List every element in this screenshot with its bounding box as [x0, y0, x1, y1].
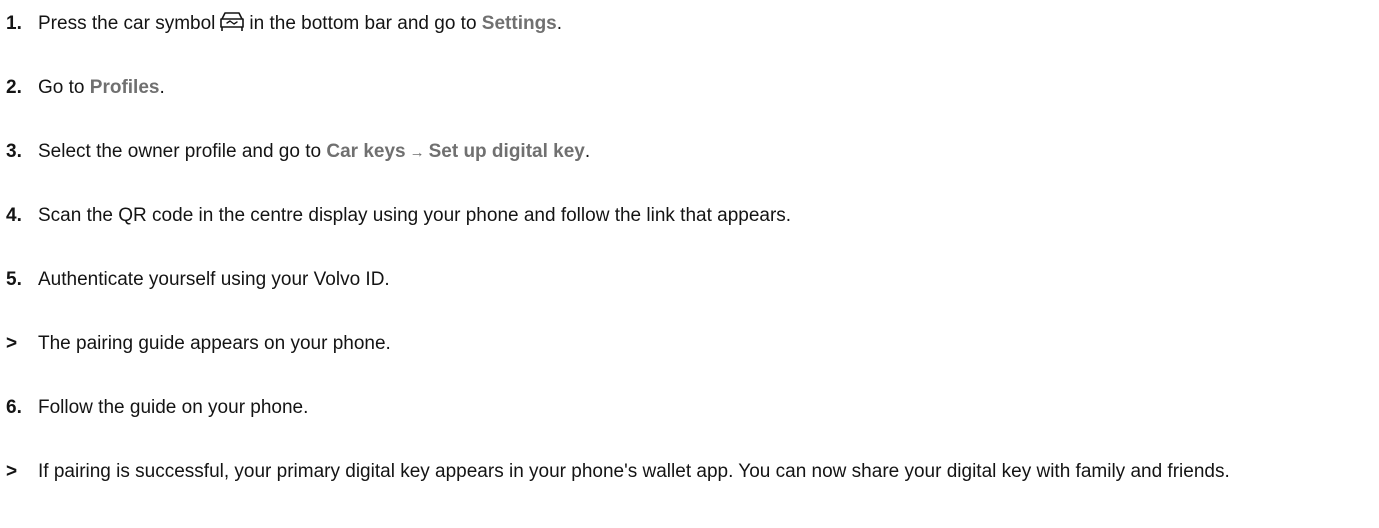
step-text-after: in the bottom bar and go to — [249, 13, 477, 34]
step-5: 5. Authenticate yourself using your Volv… — [6, 266, 1366, 293]
step-text: Select the owner profile and go to Car k… — [38, 138, 1366, 166]
step-number: 3. — [6, 141, 22, 162]
result-marker: > — [6, 461, 18, 482]
step-text: Authenticate yourself using your Volvo I… — [38, 269, 390, 290]
step-6: 6. Follow the guide on your phone. — [6, 394, 1366, 421]
set-up-digital-key-term: Set up digital key — [428, 141, 585, 162]
profiles-term: Profiles — [89, 77, 160, 98]
car-icon — [220, 12, 245, 31]
result-text: If pairing is successful, your primary d… — [38, 461, 1230, 482]
step-number: 6. — [6, 397, 22, 418]
car-keys-term: Car keys — [326, 141, 406, 162]
result-1: > The pairing guide appears on your phon… — [6, 330, 1366, 357]
step-number: 5. — [6, 269, 22, 290]
step-2: 2. Go to Profiles. — [6, 74, 1366, 101]
arrow-icon: → — [409, 144, 425, 161]
step-number: 4. — [6, 205, 22, 226]
result-2: > If pairing is successful, your primary… — [6, 458, 1366, 485]
step-end: . — [159, 77, 165, 98]
step-end: . — [556, 13, 563, 34]
step-text-before: Press the car symbol — [38, 13, 216, 34]
step-text-before: Select the owner profile and go to — [38, 141, 322, 162]
step-text: Press the car symbol in the bottom bar a… — [38, 10, 1366, 37]
result-marker: > — [6, 333, 18, 354]
step-number: 1. — [6, 13, 22, 34]
result-text: The pairing guide appears on your phone. — [38, 333, 391, 354]
step-text-before: Go to — [38, 77, 85, 98]
step-number: 2. — [6, 77, 22, 98]
settings-term: Settings — [481, 13, 557, 34]
step-4: 4. Scan the QR code in the centre displa… — [6, 202, 1366, 229]
step-text: Go to Profiles. — [38, 74, 1366, 101]
step-text: Follow the guide on your phone. — [38, 397, 309, 418]
step-1: 1. Press the car symbol in the bottom ba… — [6, 10, 1366, 37]
step-3: 3. Select the owner profile and go to Ca… — [6, 138, 1366, 166]
step-text: Scan the QR code in the centre display u… — [38, 205, 792, 226]
step-end: . — [584, 141, 591, 162]
